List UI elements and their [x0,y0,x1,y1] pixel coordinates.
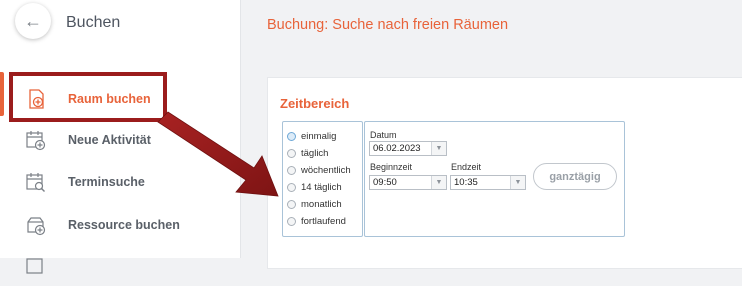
start-time-select[interactable]: 09:50 ▼ [369,175,447,190]
sidebar-title: Buchen [66,14,121,31]
radio-circle[interactable] [287,199,296,209]
calendar-icon [26,258,43,274]
chevron-down-icon[interactable]: ▼ [431,142,446,155]
date-value: 06.02.2023 [373,143,421,154]
resource-add-icon [27,217,46,236]
sidebar-item-label: Neue Aktivität [68,133,151,147]
radio-einmalig[interactable]: einmalig [287,128,336,144]
arrow-left-icon: ← [24,10,42,31]
all-day-button[interactable]: ganztägig [533,163,617,190]
page-title: Buchung: Suche nach freien Räumen [267,17,509,33]
radio-monatlich[interactable]: monatlich [287,196,342,212]
end-time-value: 10:35 [454,177,478,188]
sidebar-item-label: Ressource buchen [68,218,180,232]
sidebar-item-terminsuche[interactable]: Terminsuche [0,162,240,202]
start-time-label: Beginnzeit [370,162,413,172]
end-time-select[interactable]: 10:35 ▼ [450,175,526,190]
sidebar-item-neue-aktivitaet[interactable]: Neue Aktivität [0,120,240,160]
sidebar: ← Buchen Raum buchen Neue Aktivität Term… [0,0,241,274]
date-label: Datum [370,130,397,140]
calendar-search-icon [26,173,45,192]
calendar-plus-icon [26,131,46,151]
radio-fortlaufend[interactable]: fortlaufend [287,213,346,229]
radio-circle[interactable] [287,131,296,141]
back-button[interactable]: ← [15,3,51,39]
radio-circle[interactable] [287,148,296,158]
sidebar-item-label: Terminsuche [68,175,145,189]
date-select[interactable]: 06.02.2023 ▼ [369,141,447,156]
annotation-highlight-box [9,72,167,122]
radio-14-taeglich[interactable]: 14 täglich [287,179,342,195]
chevron-down-icon[interactable]: ▼ [510,176,525,189]
recurrence-radio-group: einmalig täglich wöchentlich 14 täglich … [282,121,363,237]
sidebar-item-ressource-buchen[interactable]: Ressource buchen [0,205,240,245]
radio-taeglich[interactable]: täglich [287,145,328,161]
sidebar-item-partial[interactable] [0,246,240,286]
radio-circle[interactable] [287,216,296,226]
end-time-label: Endzeit [451,162,482,172]
radio-circle[interactable] [287,165,296,175]
section-title: Zeitbereich [280,96,350,111]
radio-woechentlich[interactable]: wöchentlich [287,162,351,178]
radio-circle[interactable] [287,182,296,192]
start-time-value: 09:50 [373,177,397,188]
chevron-down-icon[interactable]: ▼ [431,176,446,189]
